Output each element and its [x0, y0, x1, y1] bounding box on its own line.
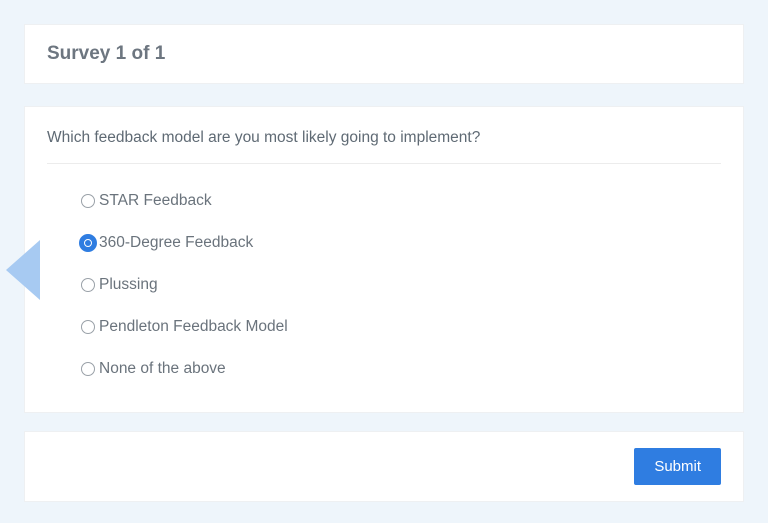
- radio-icon: [81, 194, 95, 208]
- option-label: Plussing: [99, 276, 158, 294]
- radio-icon: [81, 362, 95, 376]
- option-pendleton-feedback-model[interactable]: Pendleton Feedback Model: [81, 306, 721, 348]
- chevron-left-icon: [0, 240, 40, 300]
- radio-icon: [81, 320, 95, 334]
- survey-page: Survey 1 of 1 Which feedback model are y…: [0, 0, 768, 502]
- options-list: STAR Feedback 360-Degree Feedback Plussi…: [47, 164, 721, 390]
- survey-title: Survey 1 of 1: [47, 43, 721, 65]
- option-plussing[interactable]: Plussing: [81, 264, 721, 306]
- question-card: Which feedback model are you most likely…: [24, 106, 744, 413]
- submit-button[interactable]: Submit: [634, 448, 721, 485]
- radio-icon: [81, 278, 95, 292]
- option-none-of-the-above[interactable]: None of the above: [81, 348, 721, 390]
- option-label: STAR Feedback: [99, 192, 212, 210]
- option-label: None of the above: [99, 360, 226, 378]
- prev-arrow-button[interactable]: [0, 240, 40, 300]
- question-text: Which feedback model are you most likely…: [47, 129, 721, 164]
- survey-header: Survey 1 of 1: [24, 24, 744, 84]
- radio-icon-selected: [79, 234, 97, 252]
- option-star-feedback[interactable]: STAR Feedback: [81, 180, 721, 222]
- option-label: Pendleton Feedback Model: [99, 318, 288, 336]
- option-360-degree-feedback[interactable]: 360-Degree Feedback: [81, 222, 721, 264]
- survey-footer: Submit: [24, 431, 744, 502]
- option-label: 360-Degree Feedback: [99, 234, 253, 252]
